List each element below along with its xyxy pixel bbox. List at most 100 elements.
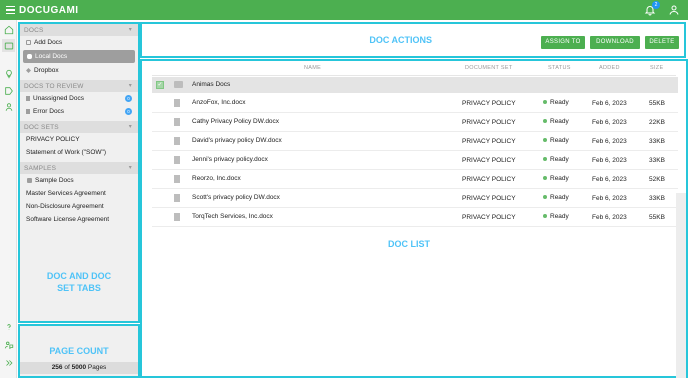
doc-added-date: Feb 6, 2023 <box>592 214 627 221</box>
status-ready-dot <box>543 157 547 162</box>
help-icon[interactable] <box>2 320 15 333</box>
doc-set: PRIVACY POLICY <box>462 119 516 126</box>
documents-icon[interactable] <box>2 39 15 52</box>
doc-name: Scott's privacy policy DW.docx <box>192 194 280 201</box>
section-header-docs-to-review[interactable]: DOCS TO REVIEW ▾ <box>20 80 138 92</box>
doc-size: 52KB <box>649 176 665 183</box>
reviewer-icon[interactable] <box>2 100 15 113</box>
support-chat-icon[interactable] <box>2 338 15 351</box>
user-account-icon[interactable] <box>668 4 680 16</box>
chevron-down-icon: ▾ <box>128 165 132 171</box>
table-row[interactable]: AnzoFox, Inc.docx PRIVACY POLICY Ready F… <box>152 94 678 113</box>
doc-actions-panel: DOC ACTIONS ASSIGN TO DOWNLOAD DELETE <box>140 22 686 58</box>
workflow-icon[interactable] <box>2 84 15 97</box>
assign-to-button[interactable]: ASSIGN TO <box>541 36 585 49</box>
folder-icon <box>174 81 183 88</box>
doc-and-docset-tabs-panel: DOCS ▾ Add Docs Local Docs Dropbox DOCS T… <box>18 22 140 323</box>
column-header-name[interactable]: NAME <box>304 65 321 71</box>
overlay-label-doc-list: DOC LIST <box>388 239 430 249</box>
header-divider <box>152 75 676 76</box>
doc-set: PRIVACY POLICY <box>462 100 516 107</box>
column-header-size[interactable]: SIZE <box>650 65 663 71</box>
menu-icon[interactable] <box>2 0 18 20</box>
sidebar-item-software-license-agreement[interactable]: Software License Agreement <box>20 213 138 226</box>
document-icon <box>174 175 180 183</box>
notification-count-badge: 2 <box>652 1 660 9</box>
folder-name: Animas Docs <box>192 81 231 88</box>
doc-status: Ready <box>543 156 569 163</box>
select-checkbox[interactable]: ✓ <box>156 81 164 89</box>
document-icon <box>174 194 180 202</box>
count-badge: 0 <box>125 95 132 102</box>
sidebar-item-master-services-agreement[interactable]: Master Services Agreement <box>20 187 138 200</box>
doc-set: PRIVACY POLICY <box>462 214 516 221</box>
doc-name: TorqTech Services, Inc.docx <box>192 213 273 220</box>
status-ready-dot <box>543 176 547 181</box>
table-row[interactable]: Reorzo, Inc.docx PRIVACY POLICY Ready Fe… <box>152 170 678 189</box>
overlay-label-page-count: PAGE COUNT <box>49 346 109 356</box>
doc-set: PRIVACY POLICY <box>462 138 516 145</box>
scrollbar[interactable] <box>676 193 686 378</box>
section-header-docs[interactable]: DOCS ▾ <box>20 24 138 36</box>
sidebar-item-sample-docs[interactable]: Sample Docs <box>20 174 138 187</box>
section-header-doc-sets[interactable]: DOC SETS ▾ <box>20 121 138 133</box>
page-count-value: 256 of 5000 Pages <box>20 362 138 374</box>
doc-name: Reorzo, Inc.docx <box>192 175 241 182</box>
document-icon <box>174 137 180 145</box>
home-icon[interactable] <box>2 23 15 36</box>
document-icon <box>174 156 180 164</box>
sidebar-item-add-docs[interactable]: Add Docs <box>20 36 138 49</box>
lightbulb-icon[interactable] <box>2 67 15 80</box>
sidebar-item-privacy-policy[interactable]: PRIVACY POLICY <box>20 133 138 146</box>
doc-status: Ready <box>543 99 569 106</box>
overlay-label-doc-actions: DOC ACTIONS <box>369 35 432 45</box>
document-icon <box>26 96 30 101</box>
status-ready-dot <box>543 138 547 143</box>
dropbox-icon <box>26 68 31 73</box>
document-icon <box>26 109 30 114</box>
doc-set: PRIVACY POLICY <box>462 157 516 164</box>
column-header-added[interactable]: ADDED <box>599 65 620 71</box>
document-icon <box>174 213 180 221</box>
sidebar-item-dropbox[interactable]: Dropbox <box>20 64 138 77</box>
column-header-status[interactable]: STATUS <box>548 65 571 71</box>
section-header-samples[interactable]: SAMPLES ▾ <box>20 162 138 174</box>
table-row[interactable]: TorqTech Services, Inc.docx PRIVACY POLI… <box>152 208 678 227</box>
doc-status: Ready <box>543 118 569 125</box>
chevron-down-icon: ▾ <box>128 124 132 130</box>
doc-size: 55KB <box>649 214 665 221</box>
sidebar-item-local-docs[interactable]: Local Docs <box>23 50 135 63</box>
sidebar-item-statement-of-work[interactable]: Statement of Work ("SOW") <box>20 146 138 159</box>
overlay-label-doc-tabs: DOC AND DOC SET TABS <box>46 271 112 293</box>
sidebar-item-error-docs[interactable]: Error Docs 0 <box>20 105 138 118</box>
count-badge: 0 <box>125 108 132 115</box>
doc-status: Ready <box>543 213 569 220</box>
sidebar-item-unassigned-docs[interactable]: Unassigned Docs 0 <box>20 92 138 105</box>
download-button[interactable]: DOWNLOAD <box>590 36 640 49</box>
doc-added-date: Feb 6, 2023 <box>592 138 627 145</box>
sidebar-item-non-disclosure-agreement[interactable]: Non-Disclosure Agreement <box>20 200 138 213</box>
doc-name: AnzoFox, Inc.docx <box>192 99 246 106</box>
folder-icon <box>27 178 32 183</box>
status-ready-dot <box>543 100 547 105</box>
doc-status: Ready <box>543 194 569 201</box>
doc-size: 33KB <box>649 157 665 164</box>
status-ready-dot <box>543 119 547 124</box>
expand-chevrons-icon[interactable] <box>2 356 15 369</box>
doc-status: Ready <box>543 137 569 144</box>
doc-list-panel: NAME DOCUMENT SET STATUS ADDED SIZE ✓ An… <box>140 59 688 378</box>
notification-bell-icon[interactable]: 2 <box>644 1 660 16</box>
table-row[interactable]: Scott's privacy policy DW.docx PRIVACY P… <box>152 189 678 208</box>
chevron-down-icon: ▾ <box>128 83 132 89</box>
document-icon <box>174 118 180 126</box>
folder-row[interactable]: ✓ Animas Docs <box>152 77 678 93</box>
table-row[interactable]: Cathy Privacy Policy DW.docx PRIVACY POL… <box>152 113 678 132</box>
table-row[interactable]: David's privacy policy DW.docx PRIVACY P… <box>152 132 678 151</box>
delete-button[interactable]: DELETE <box>645 36 679 49</box>
chevron-down-icon: ▾ <box>128 27 132 33</box>
status-ready-dot <box>543 214 547 219</box>
document-icon <box>174 99 180 107</box>
table-row[interactable]: Jenni's privacy policy.docx PRIVACY POLI… <box>152 151 678 170</box>
column-header-document-set[interactable]: DOCUMENT SET <box>465 65 513 71</box>
icon-rail <box>0 20 17 378</box>
